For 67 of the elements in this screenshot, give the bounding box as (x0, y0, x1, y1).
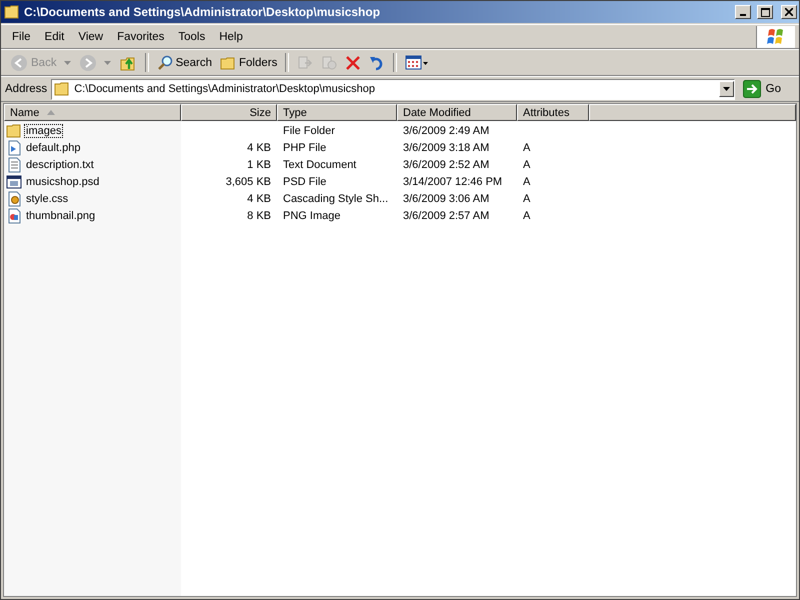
views-icon (405, 54, 430, 70)
table-cell: A (523, 142, 530, 154)
column-header[interactable]: Size (181, 104, 277, 121)
table-cell: 3/6/2009 3:18 AM (403, 142, 490, 154)
address-field[interactable]: C:\Documents and Settings\Administrator\Desktop\musicshop (51, 78, 735, 100)
folders-button[interactable]: Folders (217, 52, 280, 74)
window-title: C:\Documents and Settings\Administrator\Desktop\musicshop (24, 5, 382, 19)
menu-item[interactable]: File (5, 28, 38, 44)
search-button[interactable]: Search (154, 52, 216, 74)
column-header[interactable]: Attributes (517, 104, 589, 121)
maximize-icon (760, 8, 770, 16)
file-name[interactable]: images (24, 124, 64, 138)
address-text: C:\Documents and Settings\Administrator\Desktop\musicshop (74, 83, 375, 95)
folder-icon (220, 54, 236, 70)
table-cell: 3/6/2009 3:06 AM (403, 192, 490, 204)
table-cell: Text Document (283, 158, 356, 170)
menu-item[interactable]: Tools (171, 28, 212, 44)
caret-icon (64, 60, 71, 64)
table-cell: PHP File (283, 142, 326, 154)
menu-item[interactable]: Favorites (110, 28, 172, 44)
table-cell: A (523, 176, 530, 188)
table-cell: PNG Image (283, 210, 340, 222)
table-cell: PSD File (283, 176, 326, 188)
table-cell: 4 KB (247, 192, 271, 204)
file-name[interactable]: description.txt (24, 158, 96, 172)
go-button[interactable]: Go (738, 78, 795, 100)
table-cell: 4 KB (247, 142, 271, 154)
menu-item[interactable]: Edit (38, 28, 72, 44)
table-cell: 3/14/2007 12:46 PM (403, 176, 502, 188)
table-cell: Cascading Style Sh... (283, 192, 388, 204)
file-name[interactable]: thumbnail.png (24, 208, 98, 222)
file-name[interactable]: style.css (24, 192, 70, 206)
table-cell: A (523, 158, 530, 170)
column-header[interactable]: Date Modified (397, 104, 517, 121)
file-name[interactable]: musicshop.psd (24, 174, 102, 188)
menu-item[interactable]: View (71, 28, 110, 44)
copy-to-icon (321, 54, 338, 70)
dropdown-button[interactable] (718, 81, 734, 97)
maximize-button[interactable] (757, 5, 773, 19)
move-to-icon (297, 54, 314, 70)
table-cell: 1 KB (247, 158, 271, 170)
file-name[interactable]: default.php (24, 140, 82, 154)
address-label: Address (5, 83, 48, 95)
undo-icon (369, 54, 386, 70)
close-button[interactable] (781, 5, 797, 19)
table-cell: A (523, 192, 530, 204)
column-header[interactable]: Name (4, 104, 181, 121)
table-cell: File Folder (283, 124, 335, 136)
folder-icon (4, 5, 20, 19)
caret-icon (722, 87, 730, 91)
table-cell: 3/6/2009 2:52 AM (403, 158, 490, 170)
caret-icon (104, 60, 111, 64)
table-cell: 3,605 KB (226, 176, 271, 188)
minimize-button[interactable] (735, 5, 751, 19)
column-header[interactable]: Type (277, 104, 397, 121)
folder-icon (54, 82, 70, 96)
windows-flag-icon (766, 28, 786, 46)
table-cell: 3/6/2009 2:49 AM (403, 124, 490, 136)
sort-arrow-icon (47, 110, 56, 115)
table-cell: 8 KB (247, 210, 271, 222)
menu-item[interactable]: Help (212, 28, 250, 44)
delete-icon (345, 54, 362, 70)
table-cell: A (523, 210, 530, 222)
search-icon (156, 54, 173, 70)
close-icon (785, 8, 793, 16)
table-cell: 3/6/2009 2:57 AM (403, 210, 490, 222)
folder-icon (6, 124, 22, 138)
